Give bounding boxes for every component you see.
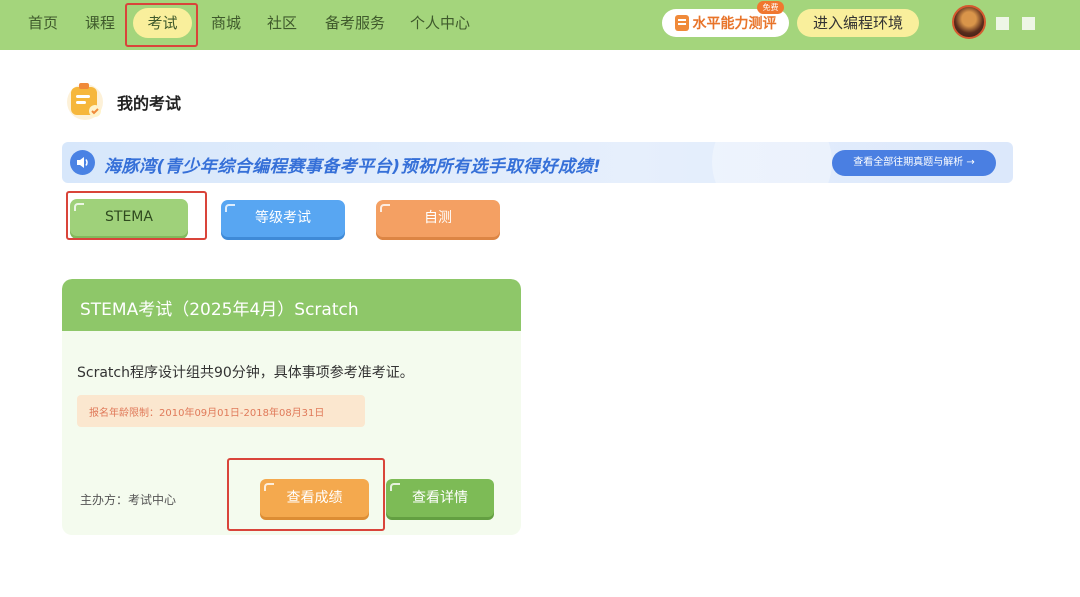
exam-description: Scratch程序设计组共90分钟，具体事项参考准考证。 — [77, 365, 414, 381]
exam-title: STEMA考试（2025年4月）Scratch — [80, 300, 359, 320]
view-score-button[interactable]: 查看成绩 — [260, 479, 369, 517]
view-details-button[interactable]: 查看详情 — [386, 479, 494, 517]
tab-self-test[interactable]: 自测 — [376, 200, 500, 237]
age-limit-text: 报名年龄限制：2010年09月01日-2018年08月31日 — [89, 408, 325, 419]
placeholder-square — [996, 17, 1009, 30]
exam-clipboard-icon — [67, 83, 103, 120]
exam-card: STEMA考试（2025年4月）Scratch Scratch程序设计组共90分… — [62, 279, 521, 535]
avatar[interactable] — [952, 5, 986, 39]
tab-stema[interactable]: STEMA — [70, 199, 188, 236]
exam-card-header: STEMA考试（2025年4月）Scratch — [62, 279, 521, 331]
nav-exam-services[interactable]: 备考服务 — [325, 13, 385, 33]
free-badge: 免费 — [757, 1, 784, 14]
placeholder-square — [1022, 17, 1035, 30]
nav-exams[interactable]: 考试 — [133, 8, 192, 38]
announcement-banner: 海豚湾(青少年综合编程赛事备考平台)预祝所有选手取得好成绩! 查看全部往期真题与… — [62, 142, 1013, 183]
nav-community[interactable]: 社区 — [267, 13, 297, 33]
nav-mall[interactable]: 商城 — [211, 13, 241, 33]
organizer-text: 主办方：考试中心 — [80, 493, 177, 507]
nav-home[interactable]: 首页 — [28, 13, 58, 33]
age-limit-box: 报名年龄限制：2010年09月01日-2018年08月31日 — [77, 395, 365, 427]
nav-personal-center[interactable]: 个人中心 — [410, 13, 470, 33]
assessment-icon — [674, 15, 689, 31]
speaker-icon — [70, 150, 95, 175]
tab-level-exam[interactable]: 等级考试 — [221, 200, 345, 237]
ability-assessment-label: 水平能力测评 — [692, 16, 777, 32]
view-past-papers-button[interactable]: 查看全部往期真题与解析 → — [832, 150, 996, 176]
banner-text: 海豚湾(青少年综合编程赛事备考平台)预祝所有选手取得好成绩! — [104, 157, 602, 177]
nav-courses[interactable]: 课程 — [85, 13, 115, 33]
enter-coding-env-button[interactable]: 进入编程环境 — [797, 9, 919, 37]
top-nav-bar: 首页 课程 考试 商城 社区 备考服务 个人中心 水平能力测评 免费 进入编程环… — [0, 0, 1080, 50]
page-title: 我的考试 — [117, 94, 182, 113]
